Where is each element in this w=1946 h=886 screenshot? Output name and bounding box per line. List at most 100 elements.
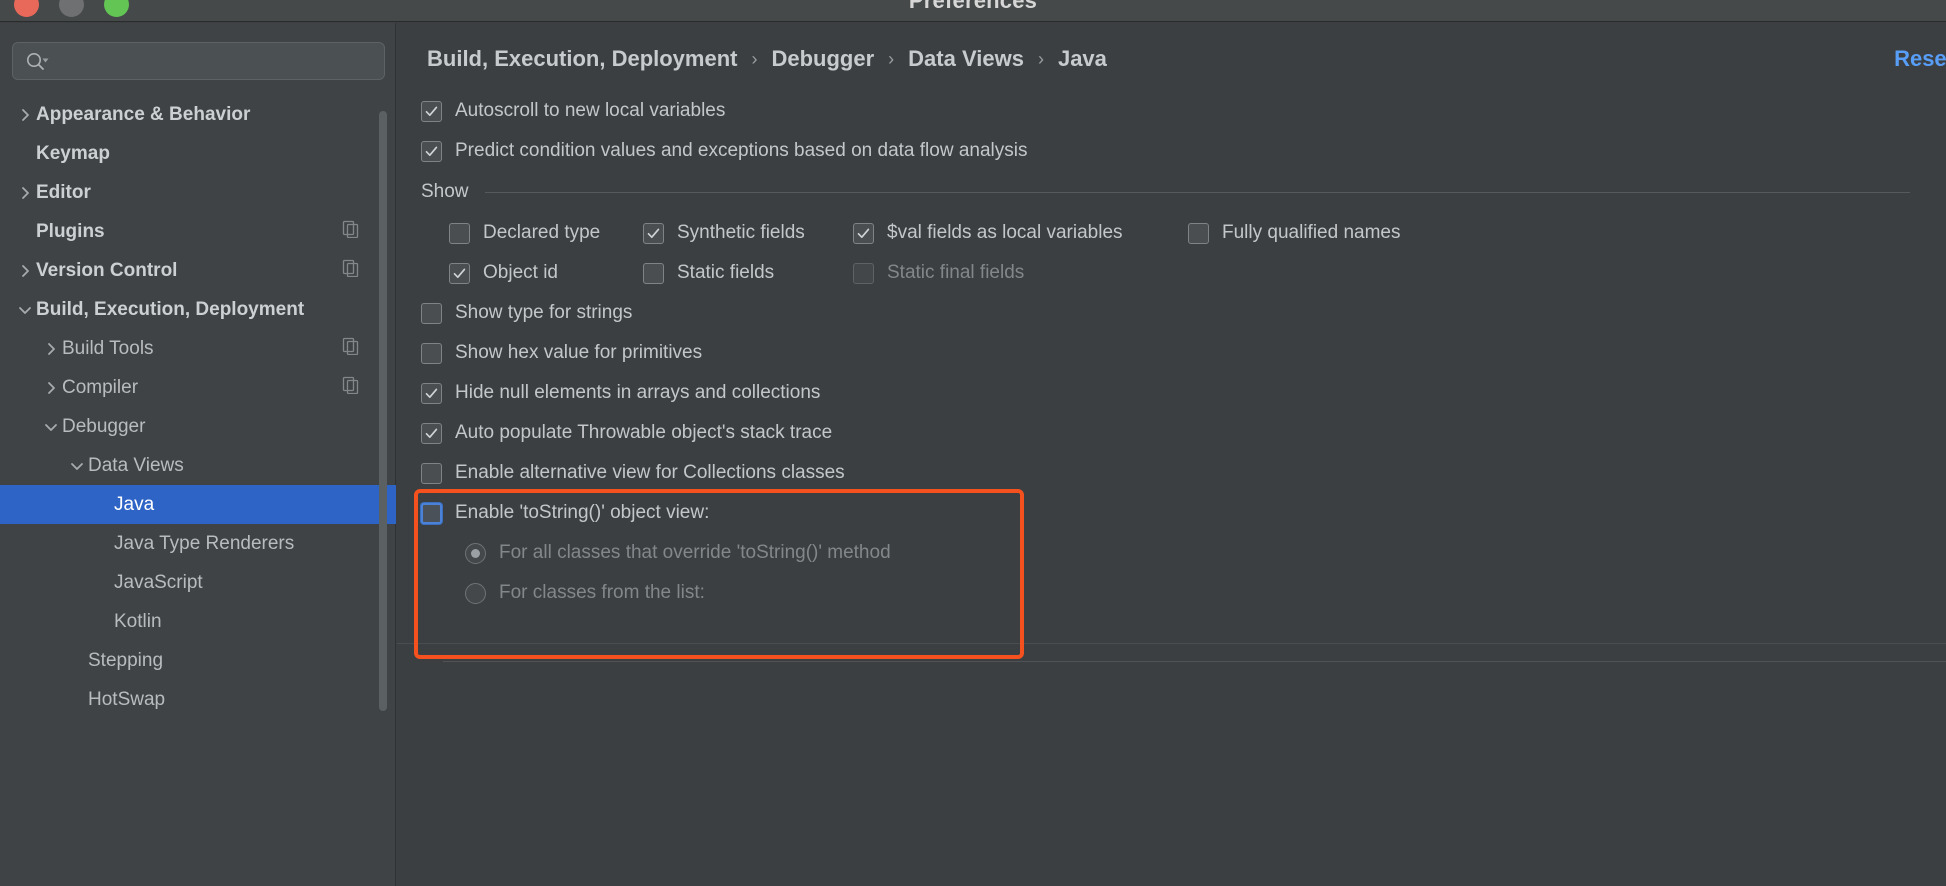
copy-icon[interactable] [342,337,360,361]
copy-icon[interactable] [342,259,360,283]
show-group-cell[interactable]: Static final fields [853,253,1188,293]
checkbox-checked-icon[interactable] [643,222,664,244]
checkbox-row[interactable]: Fully qualified names [1188,213,1400,253]
show-group-cell[interactable]: Object id [449,253,643,293]
checkbox-checked-icon[interactable] [449,262,470,284]
reset-link[interactable]: Reset [1894,37,1946,81]
title-bar: Preferences [0,0,1946,22]
breadcrumb-separator: › [888,48,895,69]
sidebar-item-build-execution-deployment[interactable]: Build, Execution, Deployment [0,290,396,329]
sidebar-item-label: Stepping [88,649,164,671]
chevron-right-icon[interactable] [14,263,36,279]
sidebar-item-appearance-behavior[interactable]: Appearance & Behavior [0,95,396,134]
checkbox-unchecked-icon[interactable] [421,502,442,524]
checkbox-row[interactable]: Show type for strings [421,293,1946,333]
sidebar-item-keymap[interactable]: Keymap [0,134,396,173]
checkbox-unchecked-icon[interactable] [421,302,442,324]
chevron-right-icon[interactable] [14,107,36,123]
checkbox-row[interactable]: Predict condition values and exceptions … [421,131,1946,171]
checkbox-label: Show hex value for primitives [455,342,703,363]
sidebar-item-java-type-renderers[interactable]: Java Type Renderers [0,524,396,563]
radio-row[interactable]: For all classes that override 'toString(… [421,533,1946,573]
sidebar-scrollbar-thumb[interactable] [379,111,387,711]
checkbox-row[interactable]: Static fields [643,253,774,293]
sidebar-item-label: Appearance & Behavior [36,103,251,125]
radio-unselected-icon[interactable] [465,582,486,604]
search-input[interactable] [57,52,357,70]
checkbox-row[interactable]: Auto populate Throwable object's stack t… [421,413,1946,453]
sidebar-item-hotswap[interactable]: HotSwap [0,680,396,719]
search-box[interactable] [12,42,385,80]
chevron-right-icon[interactable] [14,185,36,201]
show-group-row: Object id Static fields Static final field… [449,253,1946,293]
chevron-down-icon[interactable] [66,458,88,474]
tostring-options-group: Enable alternative view for Collections … [397,453,1946,613]
checkbox-unchecked-icon[interactable] [421,462,442,484]
checkbox-label: Enable 'toString()' object view: [455,502,710,523]
sidebar-item-build-tools[interactable]: Build Tools [0,329,396,368]
chevron-right-icon[interactable] [40,380,62,396]
checkbox-unchecked-icon[interactable] [449,222,470,244]
sidebar-item-label: JavaScript [114,571,203,593]
checkbox-row[interactable]: Hide null elements in arrays and collect… [421,373,1946,413]
sidebar-item-label: Build Tools [62,337,154,359]
chevron-down-icon[interactable] [14,302,36,318]
copy-icon[interactable] [342,220,360,244]
show-group-cell[interactable]: Declared type [449,213,643,253]
sidebar-scrollbar-track[interactable] [379,111,387,711]
checkbox-row[interactable]: Autoscroll to new local variables [421,91,1946,131]
sidebar-item-compiler[interactable]: Compiler [0,368,396,407]
sidebar-item-java[interactable]: Java [0,485,396,524]
sidebar-item-kotlin[interactable]: Kotlin [0,602,396,641]
checkbox-label: Enable alternative view for Collections … [455,462,845,483]
checkbox-unchecked-icon[interactable] [421,342,442,364]
breadcrumb-item[interactable]: Data Views [908,46,1024,72]
chevron-right-icon[interactable] [40,341,62,357]
show-group-cell[interactable]: Synthetic fields [643,213,853,253]
checkbox-checked-icon[interactable] [421,422,442,444]
checkbox-label: Object id [483,262,558,283]
show-group-row: Declared type Synthetic fields $val fields… [449,213,1946,253]
sidebar-item-debugger[interactable]: Debugger [0,407,396,446]
sidebar-item-plugins[interactable]: Plugins [0,212,396,251]
chevron-down-icon[interactable] [40,419,62,435]
radio-selected-icon[interactable] [465,542,486,564]
checkbox-row[interactable]: Declared type [449,213,600,253]
show-group-cell[interactable]: $val fields as local variables [853,213,1188,253]
breadcrumb: Build, Execution, Deployment › Debugger › Da… [427,37,1107,81]
checkbox-row[interactable]: $val fields as local variables [853,213,1123,253]
checkbox-label: Declared type [483,222,601,243]
sidebar-item-javascript[interactable]: JavaScript [0,563,396,602]
checkbox-label: Auto populate Throwable object's stack t… [455,422,833,443]
classes-list-panel[interactable] [443,661,1946,886]
checkbox-row[interactable]: Show hex value for primitives [421,333,1946,373]
breadcrumb-item[interactable]: Debugger [771,46,874,72]
checkbox-row[interactable]: Enable alternative view for Collections … [421,453,1946,493]
sidebar-item-data-views[interactable]: Data Views [0,446,396,485]
checkbox-label: Predict condition values and exceptions … [455,140,1028,161]
checkbox-checked-icon[interactable] [421,382,442,404]
checkbox-row[interactable]: Object id [449,253,558,293]
sidebar-item-stepping[interactable]: Stepping [0,641,396,680]
checkbox-unchecked-icon[interactable] [853,262,874,284]
radio-row[interactable]: For classes from the list: [421,573,1946,613]
show-group-rows: Declared type Synthetic fields $val fields… [397,213,1946,293]
sidebar-item-editor[interactable]: Editor [0,173,396,212]
preferences-window: Preferences Appearance & Behavior Keymap E… [0,0,1946,886]
breadcrumb-item[interactable]: Java [1058,46,1107,72]
checkbox-label: Autoscroll to new local variables [455,100,726,121]
checkbox-checked-icon[interactable] [421,140,442,162]
checkbox-checked-icon[interactable] [853,222,874,244]
checkbox-unchecked-icon[interactable] [643,262,664,284]
checkbox-row[interactable]: Synthetic fields [643,213,805,253]
show-group-cell[interactable]: Static fields [643,253,853,293]
show-group-cell[interactable]: Fully qualified names [1188,213,1523,253]
java-data-views-settings: Autoscroll to new local variables Predict… [397,91,1946,886]
sidebar-item-version-control[interactable]: Version Control [0,251,396,290]
checkbox-row[interactable]: Static final fields [853,253,1024,293]
checkbox-row[interactable]: Enable 'toString()' object view: [421,493,1946,533]
breadcrumb-item[interactable]: Build, Execution, Deployment [427,46,737,72]
checkbox-checked-icon[interactable] [421,100,442,122]
copy-icon[interactable] [342,376,360,400]
checkbox-unchecked-icon[interactable] [1188,222,1209,244]
